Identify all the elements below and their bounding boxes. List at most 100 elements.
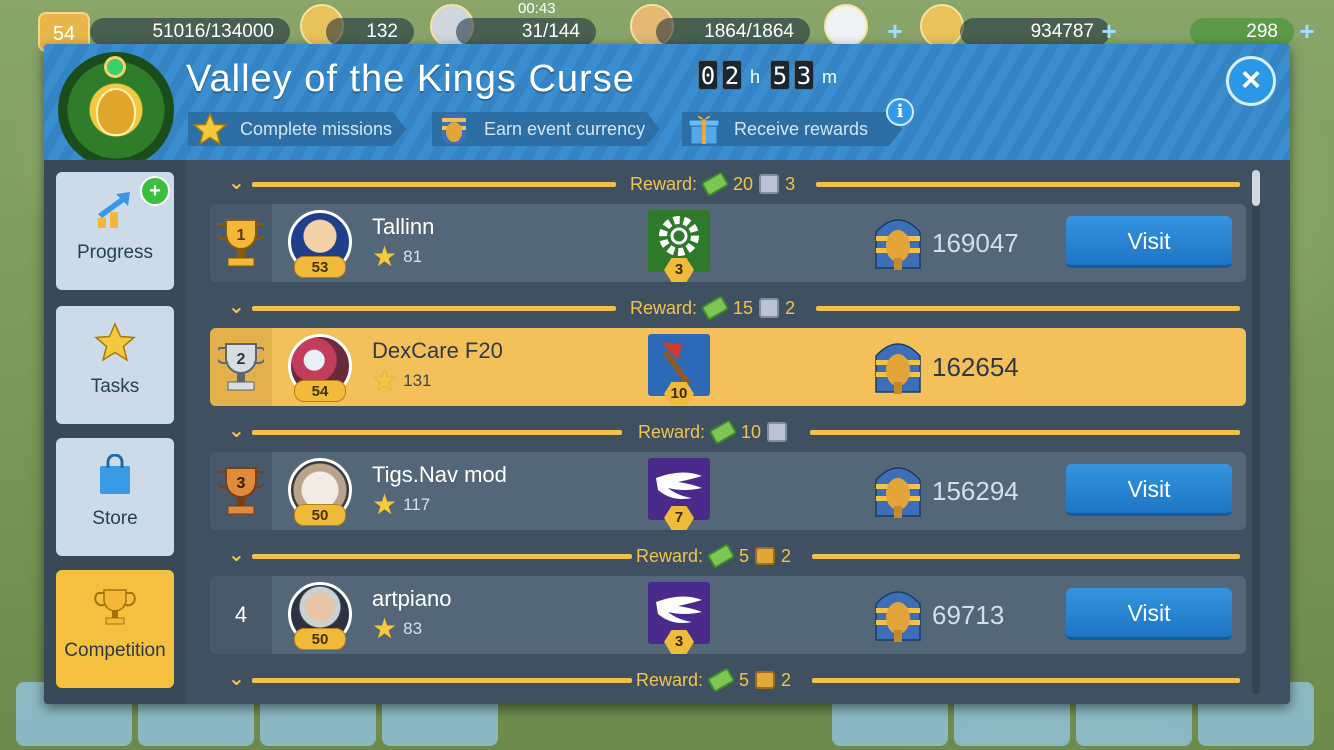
fuel-timer: 00:43 <box>518 0 556 17</box>
player-score: 69713 <box>932 600 1005 630</box>
reward-label: Reward: <box>636 545 704 566</box>
divider-line <box>252 554 632 559</box>
player-name: Tigs.Nav mod <box>372 462 507 487</box>
chevron-down-icon[interactable]: ⌄ <box>228 294 245 319</box>
gift-icon <box>759 174 780 194</box>
reward-info: Reward: 5 2 <box>636 667 792 693</box>
divider-line <box>252 430 622 435</box>
reward-item-amount: 2 <box>781 669 792 690</box>
reward-info: Reward: 15 2 <box>630 295 796 321</box>
divider-line <box>252 182 616 187</box>
reward-item-amount: 2 <box>781 545 792 566</box>
reward-cash-amount: 20 <box>733 173 754 194</box>
visit-button[interactable]: Visit <box>1066 216 1232 268</box>
reward-cash-amount: 10 <box>741 421 762 442</box>
player-stars: ★ 131 <box>372 365 432 396</box>
reward-info: Reward: 20 3 <box>630 171 796 197</box>
reward-label: Reward: <box>636 669 704 690</box>
player-level: 50 <box>294 628 346 650</box>
reward-cash-amount: 15 <box>733 297 754 318</box>
reward-label: Reward: <box>630 173 698 194</box>
rank-cell: 2 <box>210 328 272 406</box>
reward-cash-amount: 5 <box>739 545 750 566</box>
top-hud: 51016/134000 54 132 00:43 31/144 1864/18… <box>0 0 1334 52</box>
rank-cell: 1 <box>210 204 272 282</box>
pharaoh-icon <box>875 343 921 394</box>
divider-line <box>252 678 632 683</box>
chest-icon <box>755 547 776 565</box>
cargo-counter: 1864/1864 <box>656 18 810 46</box>
bronze-trophy-icon: 3 <box>218 467 264 515</box>
cash-counter: 298 <box>1190 18 1294 46</box>
fuel-counter: 31/144 <box>456 18 596 46</box>
coins-icon <box>920 4 964 48</box>
rank-number: 1 <box>237 227 246 244</box>
cash-icon <box>700 295 730 321</box>
player-level: 54 <box>294 380 346 402</box>
divider-line <box>252 306 616 311</box>
rank-number: 4 <box>234 602 248 627</box>
chevron-down-icon[interactable]: ⌄ <box>228 542 245 567</box>
rank-number: 2 <box>237 351 246 368</box>
cash-icon <box>700 171 730 197</box>
cash-icon <box>708 419 738 445</box>
leaderboard-list: ⌄ Reward: 20 3 1 53 Tallinn ★ 81 3 16904… <box>44 44 1290 704</box>
visit-button[interactable]: Visit <box>1066 588 1232 640</box>
reward-row: ⌄ Reward: 10 <box>210 418 1240 445</box>
add-coins-button[interactable]: + <box>1098 18 1120 44</box>
cash-icon <box>706 667 736 693</box>
rank-cell: 4 <box>210 576 272 654</box>
player-stars: ★ 117 <box>372 491 431 519</box>
reward-row: ⌄ Reward: 15 2 <box>210 294 1240 321</box>
coins-counter: 934787 <box>960 18 1110 46</box>
gift-icon <box>767 422 788 442</box>
divider-line <box>812 554 1240 559</box>
player-score: 156294 <box>932 476 1019 506</box>
star-icon: ★ <box>372 365 398 396</box>
player-score: 169047 <box>932 228 1019 258</box>
gold-trophy-icon: 1 <box>218 219 264 267</box>
add-cash-button[interactable]: + <box>1296 18 1318 44</box>
divider-line <box>816 182 1240 187</box>
reward-label: Reward: <box>638 421 706 442</box>
pharaoh-icon <box>875 219 921 270</box>
pharaoh-icon <box>875 591 921 642</box>
player-name: Tallinn <box>372 214 435 239</box>
visit-button[interactable]: Visit <box>1066 464 1232 516</box>
player-score: 162654 <box>932 352 1019 382</box>
reward-item-amount: 2 <box>785 297 796 318</box>
stars-count: 81 <box>403 247 423 266</box>
reward-row: ⌄ Reward: 20 3 <box>210 170 1240 197</box>
player-level: 50 <box>294 504 346 526</box>
chest-icon <box>755 671 776 689</box>
xp-counter: 51016/134000 <box>90 18 290 46</box>
stars-counter: 132 <box>326 18 414 46</box>
chevron-down-icon[interactable]: ⌄ <box>228 666 245 691</box>
stars-count: 117 <box>403 495 431 514</box>
silver-trophy-icon: 2 <box>218 343 264 391</box>
reward-cash-amount: 5 <box>739 669 750 690</box>
add-crown-button[interactable]: + <box>884 18 906 44</box>
stars-count: 131 <box>403 371 432 390</box>
player-name: artpiano <box>372 586 452 611</box>
player-stars: ★ 81 <box>372 241 423 272</box>
rank-cell: 3 <box>210 452 272 530</box>
reward-info: Reward: 10 <box>638 419 788 445</box>
chevron-down-icon[interactable]: ⌄ <box>228 418 245 443</box>
crown-icon <box>824 4 868 48</box>
divider-line <box>812 678 1240 683</box>
leaderboard-row: 1 53 Tallinn ★ 81 3 169047 Visit <box>210 204 1246 282</box>
reward-label: Reward: <box>630 297 698 318</box>
leaderboard-row-current-player: 2 54 DexCare F20 ★ 131 10 162654 <box>210 328 1246 406</box>
divider-line <box>816 306 1240 311</box>
star-icon: ★ <box>372 241 398 272</box>
reward-item-amount: 3 <box>785 173 796 194</box>
reward-info: Reward: 5 2 <box>636 543 792 569</box>
player-name: DexCare F20 <box>372 338 503 363</box>
player-level: 53 <box>294 256 346 278</box>
leaderboard-row: 3 50 Tigs.Nav mod ★ 117 7 156294 Visit <box>210 452 1246 530</box>
gift-icon <box>759 298 780 318</box>
player-stars: ★ 83 <box>372 615 422 643</box>
chevron-down-icon[interactable]: ⌄ <box>228 170 245 195</box>
rank-number: 3 <box>237 475 246 492</box>
